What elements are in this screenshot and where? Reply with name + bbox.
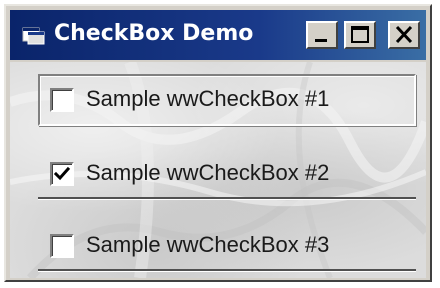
app-window-icon — [22, 27, 45, 45]
checkbox-row-3[interactable]: Sample wwCheckBox #3 — [38, 220, 416, 272]
close-button[interactable] — [388, 21, 420, 49]
maximize-button[interactable] — [344, 21, 376, 49]
checkbox-2[interactable] — [50, 162, 74, 186]
checkmark-icon — [53, 166, 71, 181]
checkbox-label-1[interactable]: Sample wwCheckBox #1 — [86, 84, 329, 114]
checkbox-1[interactable] — [50, 88, 74, 112]
close-icon — [395, 25, 413, 44]
maximize-icon — [351, 26, 369, 43]
minimize-button[interactable] — [306, 21, 338, 49]
checkbox-row-1[interactable]: Sample wwCheckBox #1 — [38, 74, 416, 126]
checkbox-demo-window: CheckBox Demo Sample wwCheckBox #1 Sampl… — [4, 4, 432, 282]
window-client-area: Sample wwCheckBox #1 Sample wwCheckBox #… — [10, 62, 426, 278]
window-title: CheckBox Demo — [54, 21, 254, 46]
checkbox-3[interactable] — [50, 234, 74, 258]
checkbox-label-3[interactable]: Sample wwCheckBox #3 — [86, 230, 329, 260]
title-bar[interactable]: CheckBox Demo — [10, 10, 426, 60]
row-divider-3 — [38, 269, 416, 272]
checkbox-label-2[interactable]: Sample wwCheckBox #2 — [86, 158, 329, 188]
minimize-icon — [315, 39, 327, 42]
row-divider-2 — [38, 197, 416, 200]
checkbox-row-2[interactable]: Sample wwCheckBox #2 — [38, 148, 416, 200]
